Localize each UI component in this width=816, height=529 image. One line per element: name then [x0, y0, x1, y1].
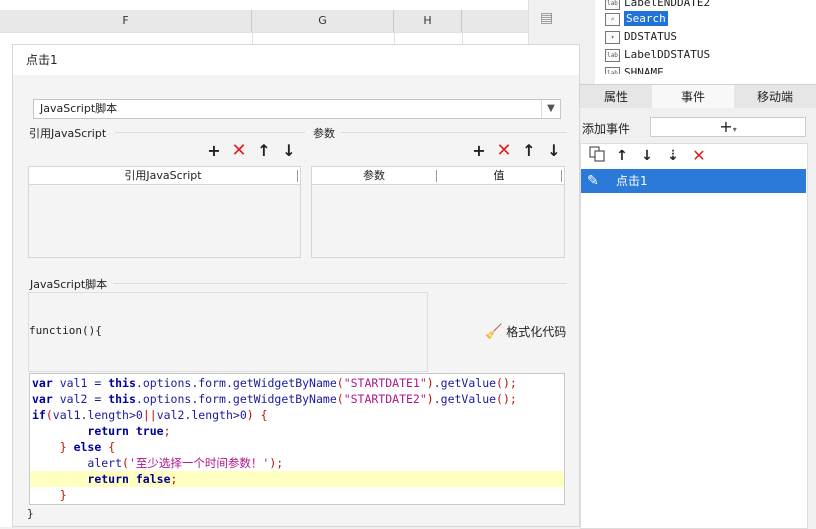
add-event-label: 添加事件 [582, 122, 631, 136]
code-line: } else { [59, 440, 116, 454]
tab-mobile[interactable]: 移动端 [734, 85, 816, 109]
label-widget-icon: lab [605, 48, 620, 62]
label-widget-icon: lab [605, 66, 620, 74]
move-down-icon[interactable]: ↓ [637, 146, 657, 166]
script-section-label: JavaScript脚本 [30, 278, 108, 291]
column-header-h[interactable]: H [394, 10, 462, 32]
event-dialog: 点击1 JavaScript脚本 ▼ 引用JavaScript 参数 + ✕ ↑… [12, 44, 580, 527]
add-event-button[interactable]: +▾ [650, 117, 806, 137]
code-line: var val2 = this.options.form.getWidgetBy… [32, 392, 517, 406]
format-code-button[interactable]: 🧹 格式化代码 [485, 323, 566, 340]
move-up-ref-js-button[interactable]: ↑ [253, 141, 275, 161]
delete-icon[interactable]: ✕ [689, 146, 709, 166]
param-value-column-header[interactable]: 值 [437, 167, 561, 185]
add-param-button[interactable]: + [468, 141, 490, 161]
dialog-title: 点击1 [13, 45, 579, 75]
code-line: var val1 = this.options.form.getWidgetBy… [32, 376, 517, 390]
column-header-f[interactable]: F [0, 10, 252, 32]
tree-item-selected[interactable]: ⌕ Search [605, 10, 668, 28]
script-type-select[interactable]: JavaScript脚本 ▼ [33, 99, 561, 119]
param-name-column-header[interactable]: 参数 [312, 167, 436, 185]
tree-item[interactable]: ▾ DDSTATUS [605, 28, 677, 46]
column-header-g[interactable]: G [252, 10, 394, 32]
delete-ref-js-button[interactable]: ✕ [228, 141, 250, 161]
code-line: alert('至少选择一个时间参数！'); [87, 456, 284, 470]
param-table[interactable]: 参数 值 [311, 166, 565, 258]
tree-item[interactable]: lab SHNAME [605, 64, 664, 74]
event-list-item[interactable]: ✎ 点击1 [581, 169, 806, 193]
widget-tree: lab LabelENDDATE2 ⌕ Search ▾ DDSTATUS lab La… [595, 0, 816, 85]
ref-js-table-header: 引用JavaScript [29, 167, 300, 185]
delete-param-button[interactable]: ✕ [493, 141, 515, 161]
param-section-label: 参数 [313, 127, 335, 140]
event-list: ↑ ↓ ⇣ ✕ ✎ 点击1 [580, 143, 808, 529]
code-line: } [59, 488, 67, 502]
search-widget-icon: ⌕ [605, 12, 620, 26]
edit-pencil-icon: ✎ [587, 173, 599, 189]
move-bottom-icon[interactable]: ⇣ [663, 146, 683, 166]
ref-js-table[interactable]: 引用JavaScript [28, 166, 301, 258]
tree-item[interactable]: lab LabelDDSTATUS [605, 46, 710, 64]
event-panel: 添加事件 +▾ ↑ ↓ ⇣ ✕ ✎ 点击1 [580, 108, 816, 529]
function-close: } [27, 507, 34, 520]
label-widget-icon: lab [605, 0, 620, 10]
chevron-down-icon: ▾ [732, 125, 737, 134]
code-line: return false; [87, 472, 178, 486]
combo-widget-icon: ▾ [605, 30, 620, 44]
ref-js-column-header[interactable]: 引用JavaScript [29, 167, 297, 185]
property-tabs: 属性 事件 移动端 [580, 84, 816, 109]
copy-icon[interactable] [587, 146, 607, 166]
broom-icon: 🧹 [485, 324, 503, 340]
code-editor[interactable]: var val1 = this.options.form.getWidgetBy… [29, 373, 565, 505]
move-up-param-button[interactable]: ↑ [518, 141, 540, 161]
code-line: return true; [87, 424, 171, 438]
chevron-down-icon[interactable]: ▼ [541, 100, 560, 118]
layout-icon[interactable]: ▤ [540, 10, 553, 26]
add-ref-js-button[interactable]: + [203, 141, 225, 161]
move-up-icon[interactable]: ↑ [612, 146, 632, 166]
code-line: if(val1.length>0||val2.length>0) { [32, 408, 268, 422]
tab-properties[interactable]: 属性 [580, 85, 652, 109]
move-down-ref-js-button[interactable]: ↓ [278, 141, 300, 161]
move-down-param-button[interactable]: ↓ [543, 141, 565, 161]
param-table-header: 参数 值 [312, 167, 564, 185]
tab-events[interactable]: 事件 [652, 85, 734, 109]
ref-js-section-label: 引用JavaScript [29, 127, 107, 140]
function-header: function(){ [29, 324, 102, 337]
